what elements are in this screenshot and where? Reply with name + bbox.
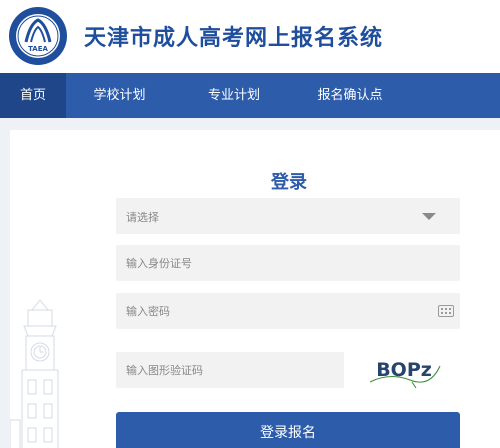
captcha-input[interactable] [116, 352, 344, 388]
login-panel: 登录 请选择 BOPz 登录报名 [10, 130, 500, 448]
id-number-input[interactable] [116, 245, 460, 281]
keyboard-icon[interactable] [438, 305, 454, 317]
nav-item-home[interactable]: 首页 [0, 73, 66, 118]
nav-item-school-plan[interactable]: 学校计划 [66, 73, 173, 118]
login-title: 登录 [271, 172, 307, 193]
site-title: 天津市成人高考网上报名系统 [84, 26, 384, 51]
chevron-down-icon[interactable] [422, 213, 436, 220]
nav-item-major-plan[interactable]: 专业计划 [173, 73, 295, 118]
password-field-wrap [116, 293, 460, 329]
site-header: TAEA 天津市成人高考网上报名系统 [0, 0, 500, 73]
clock-tower-illustration [10, 300, 59, 448]
role-select[interactable]: 请选择 [116, 198, 460, 234]
login-register-button[interactable]: 登录报名 [116, 412, 460, 448]
id-number-field-wrap [116, 245, 460, 281]
logo-text: TAEA [28, 45, 48, 53]
role-select-placeholder: 请选择 [126, 211, 159, 224]
password-input[interactable] [116, 293, 460, 329]
taea-logo: TAEA [9, 7, 67, 65]
captcha-image[interactable]: BOPz [360, 352, 448, 388]
captcha-field-wrap [116, 352, 344, 388]
nav-item-confirm-point[interactable]: 报名确认点 [295, 73, 405, 118]
main-nav: 首页 学校计划 专业计划 报名确认点 [0, 73, 500, 118]
content-area: 登录 请选择 BOPz 登录报名 [0, 118, 500, 448]
